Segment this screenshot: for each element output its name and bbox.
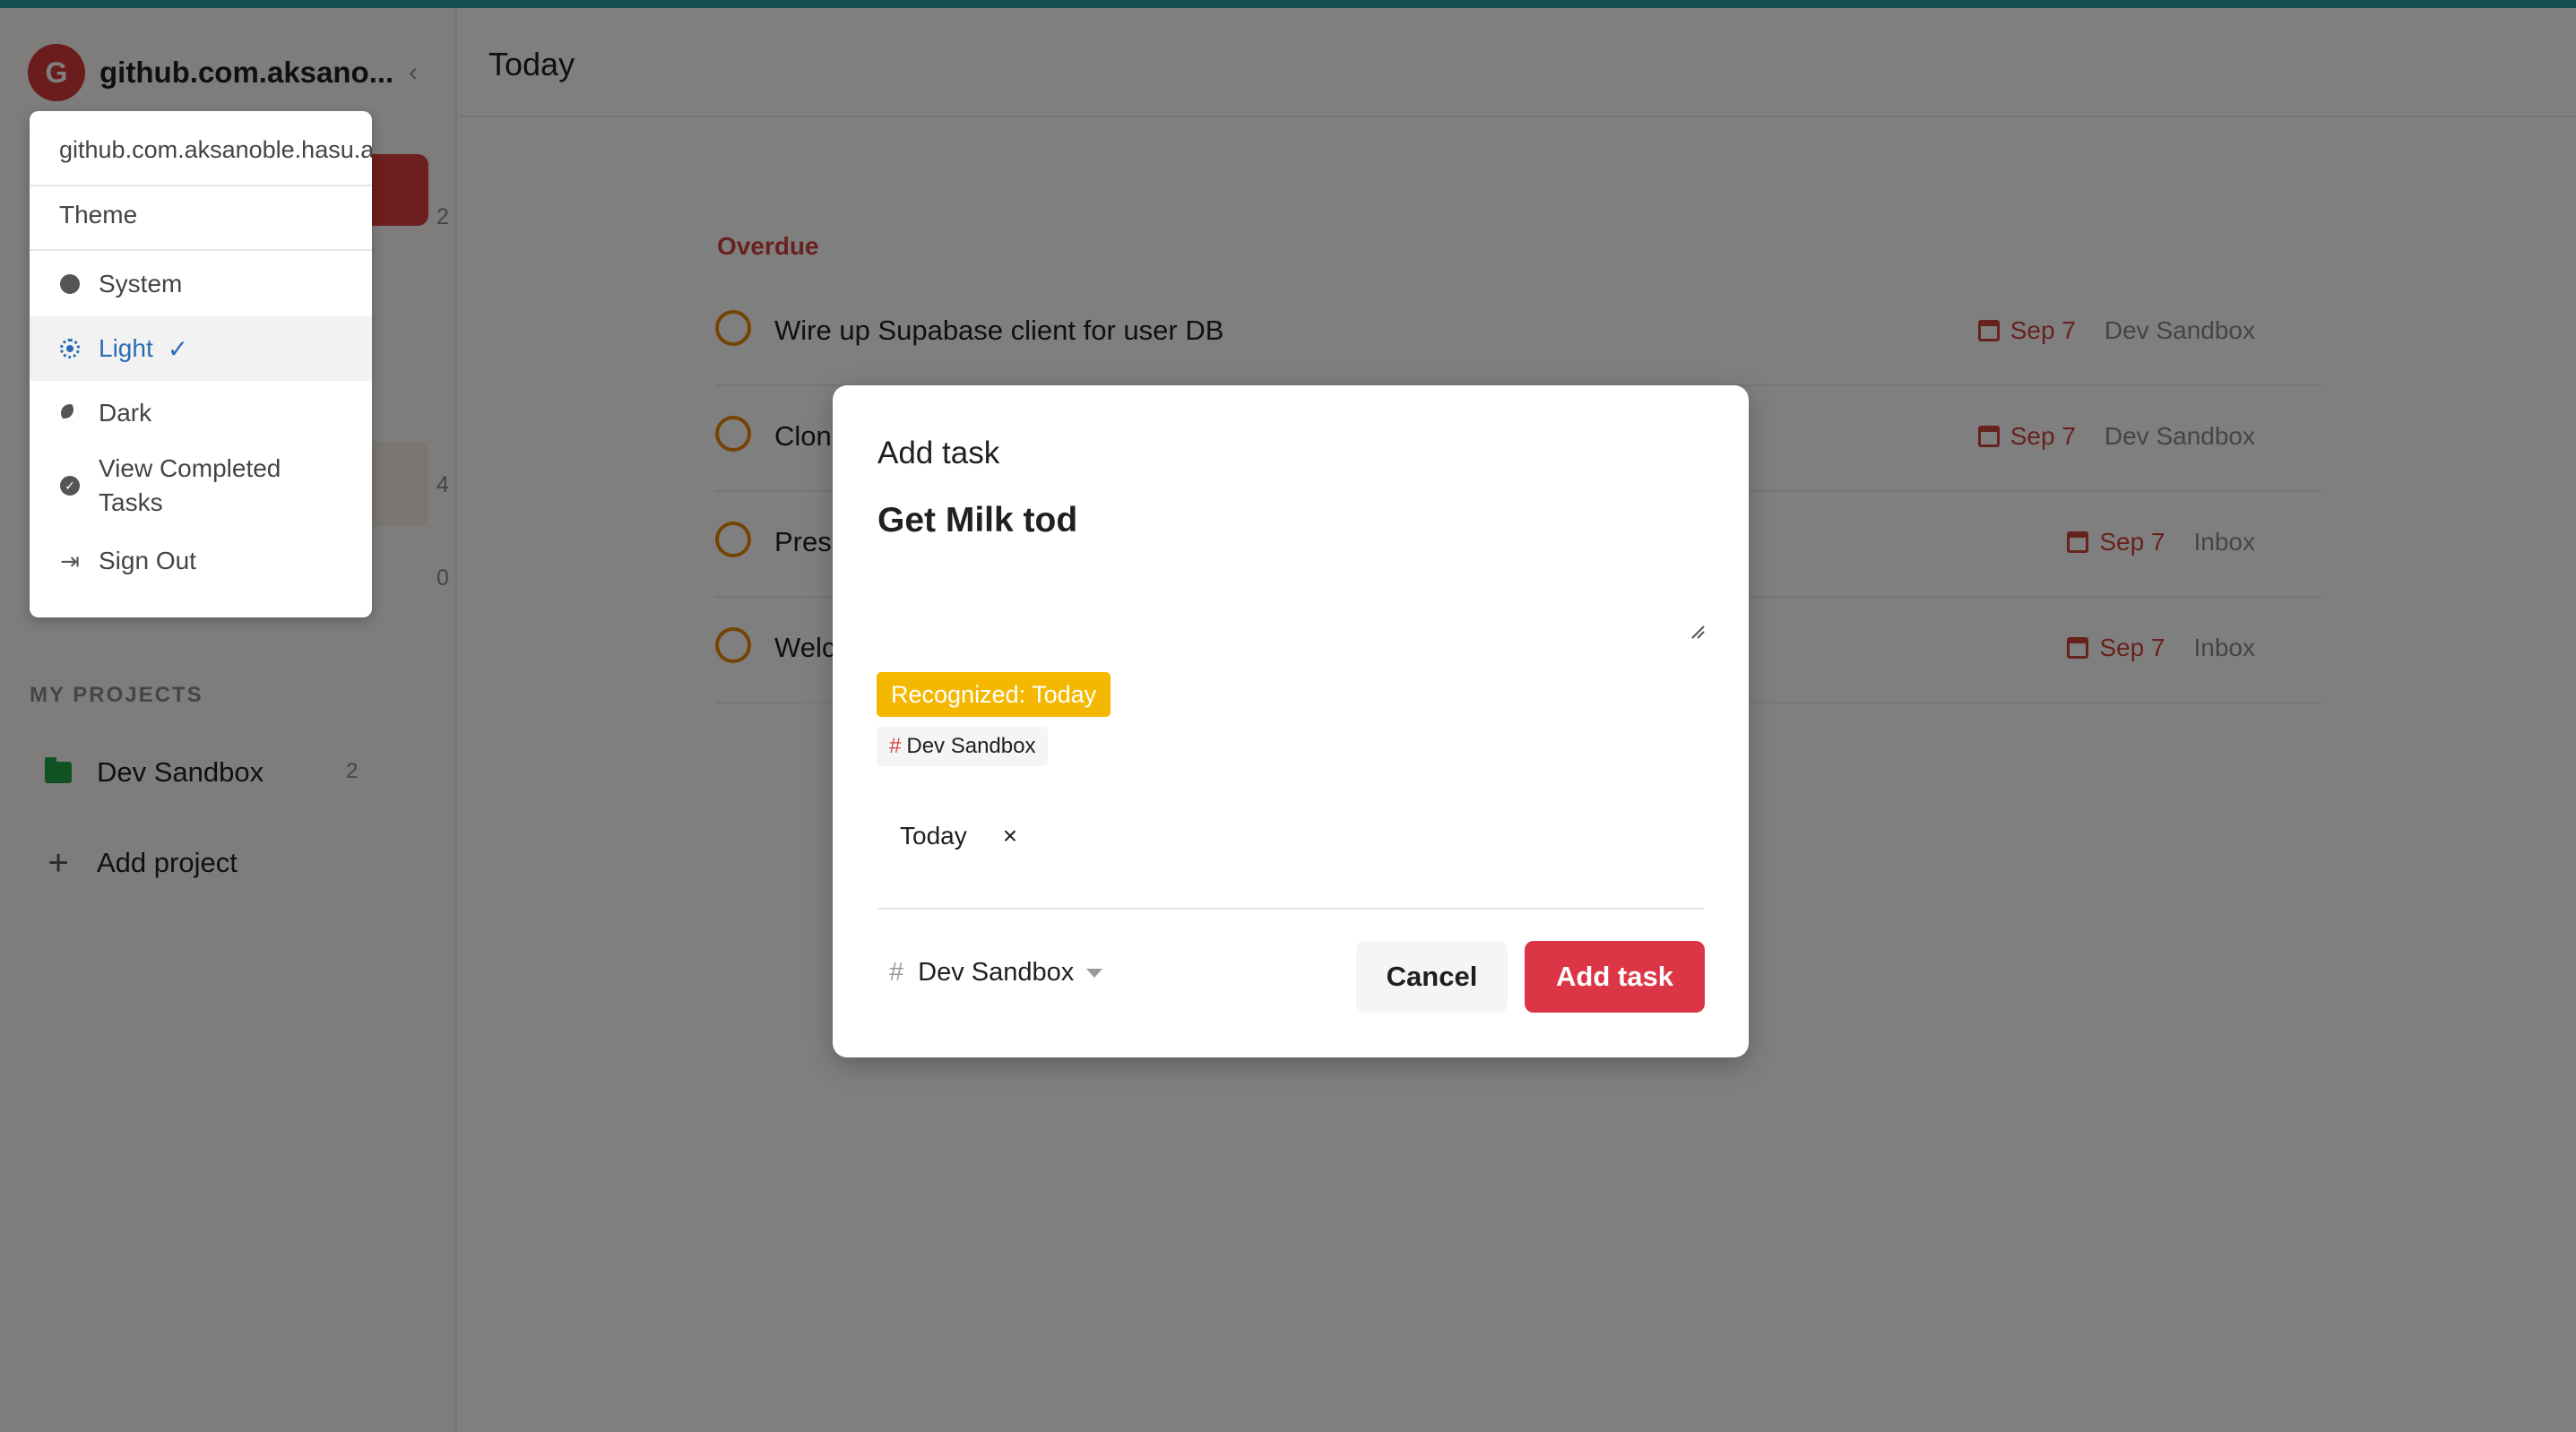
account-dropdown-menu: github.com.aksanoble.hasu.app@s Theme Sy… [30,111,372,617]
menu-item-view-completed[interactable]: ✓ View Completed Tasks [30,445,372,526]
menu-item-dark-theme[interactable]: Dark [30,381,372,445]
account-email: github.com.aksanoble.hasu.app@s [59,136,372,163]
menu-item-label: View Completed Tasks [99,454,281,516]
menu-item-label: Sign Out [99,547,196,574]
hash-icon: # [889,958,904,987]
due-date-chip[interactable]: Today × [900,822,1017,850]
project-tag-chip[interactable]: # Dev Sandbox [877,727,1049,766]
system-theme-icon [59,273,81,295]
close-icon[interactable]: × [1003,822,1017,850]
cancel-button[interactable]: Cancel [1356,941,1508,1013]
theme-label: Theme [59,201,138,229]
divider [30,185,372,186]
due-date-label: Today [900,822,967,850]
project-select-label: Dev Sandbox [918,958,1075,987]
menu-item-label: Light [99,334,153,362]
sign-out-icon: ⇥ [60,547,80,574]
project-select[interactable]: # Dev Sandbox [889,958,1103,988]
menu-item-light-theme[interactable]: Light ✓ [30,316,372,381]
hash-icon: # [889,734,902,758]
menu-item-sign-out[interactable]: ⇥ Sign Out [30,529,372,593]
modal-title: Add task [877,436,1000,470]
menu-item-label: System [99,270,183,298]
add-task-modal: Add task Get Milk tod Recognized: Today … [833,385,1749,1057]
add-task-button[interactable]: Add task [1525,941,1705,1013]
check-icon: ✓ [167,334,189,363]
check-circle-icon: ✓ [59,475,81,496]
task-name-input[interactable]: Get Milk tod [877,501,1704,635]
menu-item-label: Dark [99,399,152,427]
moon-icon [59,402,81,424]
resize-handle-icon[interactable] [1689,623,1705,639]
menu-item-system-theme[interactable]: System [30,252,372,316]
divider [877,908,1704,910]
app-root: G github.com.aksano... ‹ 2 4 0 MY PROJEC… [0,0,2576,1432]
recognized-date-badge: Recognized: Today [877,672,1111,717]
sun-icon [59,338,81,359]
chevron-down-icon [1086,968,1103,978]
divider [30,249,372,251]
project-tag-label: Dev Sandbox [906,734,1036,758]
